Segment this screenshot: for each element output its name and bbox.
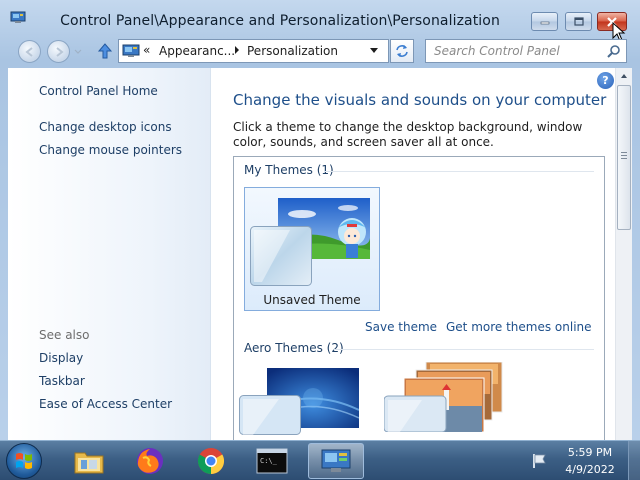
theme-tile-unsaved-theme[interactable]: Unsaved Theme (244, 187, 380, 311)
group-label-my-themes: My Themes (1) (244, 163, 334, 177)
taskbar-chrome[interactable] (183, 443, 239, 479)
breadcrumb-separator-arrow-icon[interactable] (233, 45, 241, 55)
theme-window-color-swatch (250, 226, 312, 286)
see-also-heading: See also (39, 328, 90, 342)
scrollbar-grip (621, 152, 627, 153)
search-placeholder[interactable]: Search Control Panel (434, 44, 560, 58)
up-arrow-icon[interactable] (96, 42, 114, 60)
maximize-button[interactable] (565, 12, 592, 31)
group-divider (334, 349, 594, 350)
scroll-up-arrow-icon (621, 74, 627, 78)
theme-name: Unsaved Theme (263, 293, 361, 307)
folder-icon (74, 452, 104, 474)
address-bar[interactable]: « Appearanc... Personalization (118, 39, 389, 63)
address-overflow-chevron[interactable]: « (143, 43, 150, 57)
refresh-icon (396, 45, 408, 57)
scrollbar-grip (621, 158, 627, 159)
group-divider (324, 171, 594, 172)
sidebar-link-change-desktop-icons[interactable]: Change desktop icons (39, 120, 172, 134)
help-button[interactable]: ? (597, 72, 614, 89)
back-arrow-icon (24, 46, 33, 57)
scrollbar-thumb[interactable] (617, 85, 631, 230)
action-center-flag-icon[interactable] (531, 453, 547, 469)
content-area: Control Panel Home Change desktop icons … (8, 68, 632, 440)
theme-window-color-swatch (239, 395, 301, 435)
windows-logo-icon (16, 453, 32, 469)
window-title: Control Panel\Appearance and Personaliza… (60, 13, 500, 29)
show-desktop-button[interactable] (628, 441, 640, 480)
recent-pages-chevron-down-icon[interactable] (74, 49, 82, 55)
sidebar-link-taskbar[interactable]: Taskbar (39, 374, 85, 388)
theme-tile-aero-architecture[interactable] (374, 362, 510, 432)
theme-wallpaper-stack-thumbnail (384, 362, 503, 432)
theme-tile-aero-windows[interactable] (234, 362, 370, 435)
sidebar-link-control-panel-home[interactable]: Control Panel Home (39, 84, 158, 98)
sidebar-link-ease-of-access-center[interactable]: Ease of Access Center (39, 397, 172, 411)
svg-text:C:\_: C:\_ (260, 457, 278, 465)
page-title: Change the visuals and sounds on your co… (233, 91, 607, 109)
theme-list: My Themes (1) Unsaved Theme Save theme G… (233, 156, 605, 440)
group-label-aero-themes: Aero Themes (2) (244, 341, 344, 355)
firefox-icon (137, 448, 163, 474)
taskbar-file-explorer[interactable] (61, 443, 117, 479)
control-panel-window: Control Panel\Appearance and Personaliza… (0, 0, 640, 440)
minimize-icon (540, 21, 549, 24)
refresh-button[interactable] (390, 39, 414, 63)
clock-date[interactable]: 4/9/2022 (560, 463, 620, 476)
taskbar-command-prompt[interactable]: C:\_ (244, 443, 300, 479)
forward-button[interactable] (47, 40, 70, 63)
clock-time[interactable]: 5:59 PM (560, 446, 620, 459)
control-panel-icon (122, 44, 140, 57)
title-bar[interactable]: Control Panel\Appearance and Personaliza… (0, 0, 640, 42)
vertical-scrollbar[interactable] (615, 68, 632, 440)
control-panel-icon (321, 449, 351, 472)
page-description: Click a theme to change the desktop back… (233, 120, 583, 149)
get-more-themes-link[interactable]: Get more themes online (446, 320, 592, 334)
sidebar-link-display[interactable]: Display (39, 351, 83, 365)
scroll-up-button[interactable] (616, 68, 632, 84)
chrome-icon (197, 448, 225, 475)
start-button[interactable] (6, 443, 42, 479)
minimize-button[interactable] (531, 12, 558, 31)
command-prompt-icon: C:\_ (256, 448, 288, 474)
navigation-bar: « Appearanc... Personalization Search Co… (0, 37, 640, 67)
main-pane: ? Change the visuals and sounds on your … (211, 68, 615, 440)
taskbar-control-panel[interactable] (308, 443, 364, 479)
address-history-chevron-down-icon[interactable] (369, 47, 379, 55)
maximize-icon (573, 17, 584, 26)
taskbar-firefox[interactable] (122, 443, 178, 479)
sidebar-link-change-mouse-pointers[interactable]: Change mouse pointers (39, 143, 182, 157)
back-button[interactable] (18, 40, 41, 63)
breadcrumb-personalization[interactable]: Personalization (247, 44, 338, 58)
save-theme-link[interactable]: Save theme (365, 320, 437, 334)
breadcrumb-appearance[interactable]: Appearanc... (159, 44, 235, 58)
search-box[interactable]: Search Control Panel (425, 39, 627, 63)
taskbar: C:\_ 5:59 PM 4/9/2022 (0, 440, 640, 480)
sidebar: Control Panel Home Change desktop icons … (8, 68, 211, 440)
scrollbar-grip (621, 155, 627, 156)
search-icon[interactable] (607, 44, 621, 58)
forward-arrow-icon (55, 46, 64, 57)
